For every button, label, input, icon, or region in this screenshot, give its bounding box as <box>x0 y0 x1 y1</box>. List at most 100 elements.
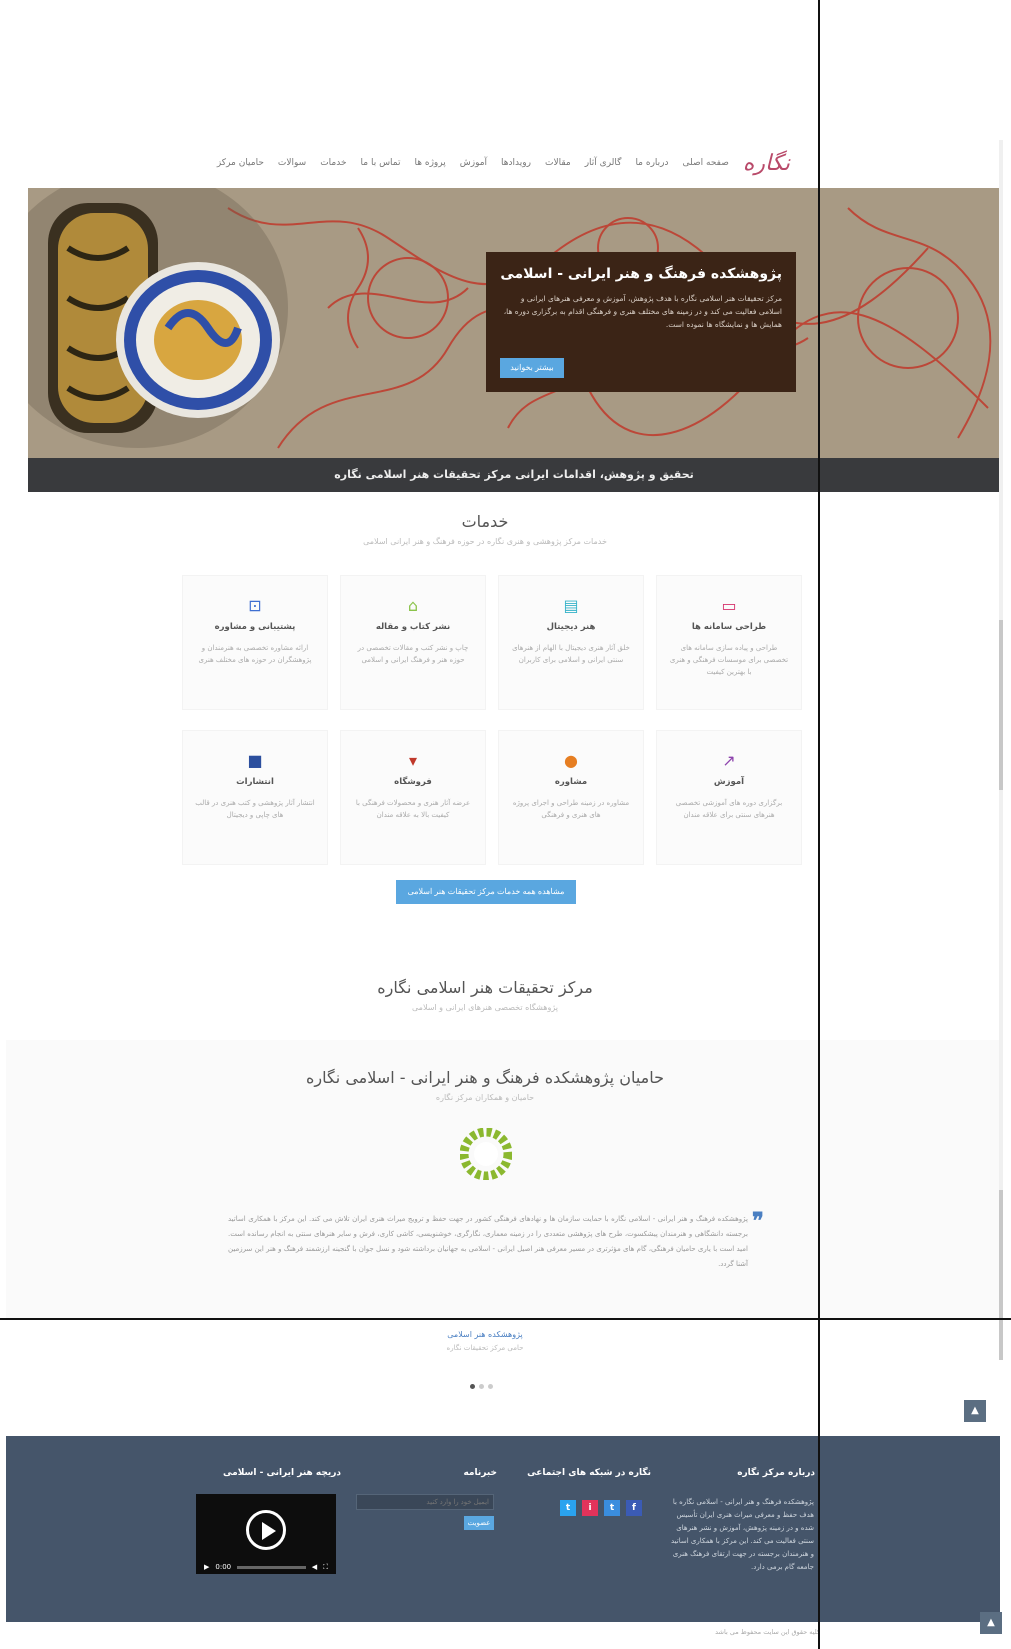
telegram-icon[interactable]: t <box>604 1500 620 1516</box>
service-card[interactable]: ↗ آموزش برگزاری دوره های آموزشی تخصصی هن… <box>656 730 802 865</box>
service-card[interactable]: ■ انتشارات انتشار آثار پژوهشی و کتب هنری… <box>182 730 328 865</box>
quote-icon: ❞ <box>752 1208 764 1234</box>
top-nav: نگاره صفحه اصلی درباره ما گالری آثار مقا… <box>190 148 790 178</box>
nav-item-services[interactable]: خدمات <box>320 158 346 168</box>
site-logo[interactable]: نگاره <box>743 151 790 176</box>
chart-icon: ↗ <box>722 751 736 770</box>
service-card[interactable]: ⊡ پشتیبانی و مشاوره ارائه مشاوره تخصصی ب… <box>182 575 328 710</box>
laptop-icon: ▭ <box>721 596 737 615</box>
center-title: مرکز تحقیقات هنر اسلامی نگاره <box>377 978 593 997</box>
hero-title: پژوهشکده فرهنگ و هنر ایرانی - اسلامی <box>500 266 782 282</box>
service-title: مشاوره <box>554 777 588 787</box>
nav-item-about[interactable]: درباره ما <box>635 158 668 168</box>
sponsor-quote: پژوهشکده فرهنگ و هنر ایرانی - اسلامی نگا… <box>228 1215 748 1268</box>
scrollbar-thumb[interactable] <box>999 620 1003 790</box>
book-icon: ■ <box>247 751 263 770</box>
frame-icon: ⊡ <box>248 596 262 615</box>
service-desc: عرضه آثار هنری و محصولات فرهنگی با کیفیت… <box>355 799 471 819</box>
sponsor-logo[interactable] <box>460 1128 512 1180</box>
service-desc: چاپ و نشر کتب و مقالات تخصصی در حوزه هنر… <box>357 644 469 664</box>
sponsor-role: حامی مرکز تحقیقات نگاره <box>446 1344 524 1352</box>
newsletter-submit-button[interactable]: عضویت <box>464 1516 494 1530</box>
newsletter-email-input[interactable] <box>356 1494 494 1510</box>
service-desc: انتشار آثار پژوهشی و کتب هنری در قالب ها… <box>195 799 315 819</box>
center-subtitle: پژوهشگاه تخصصی هنرهای ایرانی و اسلامی <box>411 1003 558 1012</box>
scroll-top-button-footer[interactable]: ▲ <box>980 1612 1002 1634</box>
service-title: آموزش <box>713 777 745 787</box>
footer-about-text: پژوهشکده فرهنگ و هنر ایرانی - اسلامی نگا… <box>670 1498 814 1571</box>
carousel-dot[interactable] <box>488 1384 493 1389</box>
nav-item-gallery[interactable]: گالری آثار <box>585 158 622 168</box>
copyright-text: کلیه حقوق این سایت محفوظ می باشد <box>715 1628 820 1636</box>
vertical-guide-line <box>818 0 820 1649</box>
sponsor-name-link[interactable]: پژوهشکده هنر اسلامی <box>380 1330 590 1339</box>
footer-about-title: درباره مرکز نگاره <box>737 1468 815 1478</box>
service-title: انتشارات <box>236 777 274 787</box>
volume-icon[interactable]: ◀ <box>312 1563 317 1571</box>
service-title: فروشگاه <box>394 777 432 787</box>
service-title: طراحی سامانه ها <box>691 622 767 632</box>
leaf-icon: ⌂ <box>407 596 419 615</box>
video-player[interactable]: ▶ 0:00 ◀ ⛶ <box>196 1494 336 1574</box>
page: نگاره صفحه اصلی درباره ما گالری آثار مقا… <box>0 0 1011 1649</box>
carousel-dot[interactable] <box>470 1384 475 1389</box>
service-card[interactable]: ▾ فروشگاه عرضه آثار هنری و محصولات فرهنگ… <box>340 730 486 865</box>
hero-caption-strip: تحقیق و پژوهش، اقدامات ایرانی مرکز تحقیق… <box>28 458 1000 492</box>
hero-text: مرکز تحقیقات هنر اسلامی نگاره با هدف پژو… <box>503 294 782 329</box>
footer-newsletter-title: خبرنامه <box>463 1468 497 1478</box>
services-grid: ▭ طراحی سامانه ها طراحی و پیاده سازی سام… <box>172 575 802 865</box>
nav-item-home[interactable]: صفحه اصلی <box>683 158 729 168</box>
video-progress-bar[interactable] <box>237 1565 306 1569</box>
service-desc: طراحی و پیاده سازی سامانه های تخصصی برای… <box>669 644 789 676</box>
services-title: خدمات <box>461 512 509 531</box>
video-time: 0:00 <box>215 1563 232 1571</box>
cart-icon: ▾ <box>408 751 418 770</box>
nav-item-education[interactable]: آموزش <box>460 158 487 168</box>
sponsors-header: حامیان پژوهشکده فرهنگ و هنر ایرانی - اسل… <box>0 1068 970 1102</box>
fullscreen-icon[interactable]: ⛶ <box>323 1563 328 1572</box>
service-card[interactable]: ▭ طراحی سامانه ها طراحی و پیاده سازی سام… <box>656 575 802 710</box>
hero-card: پژوهشکده فرهنگ و هنر ایرانی - اسلامی مرک… <box>486 252 796 392</box>
footer-video-title: دریچه هنر ایرانی - اسلامی <box>223 1468 341 1478</box>
nav-item-sponsors[interactable]: حامیان مرکز <box>217 158 264 168</box>
center-header: مرکز تحقیقات هنر اسلامی نگاره پژوهشگاه ت… <box>0 978 970 1012</box>
nav-item-contact[interactable]: تماس با ما <box>361 158 401 168</box>
service-desc: مشاوره در زمینه طراحی و اجرای پروژه های … <box>512 799 630 819</box>
all-services-button[interactable]: مشاهده همه خدمات مرکز تحقیقات هنر اسلامی <box>396 880 576 904</box>
nav-item-events[interactable]: رویدادها <box>501 158 531 168</box>
play-small-icon[interactable]: ▶ <box>204 1563 209 1571</box>
services-subtitle: خدمات مرکز پژوهشی و هنری نگاره در حوزه ف… <box>363 537 607 546</box>
carousel-dots <box>470 1384 493 1389</box>
service-card[interactable]: ● مشاوره مشاوره در زمینه طراحی و اجرای پ… <box>498 730 644 865</box>
footer-social-title: نگاره در شبکه های اجتماعی <box>527 1468 651 1478</box>
social-links: t i t f <box>560 1500 642 1516</box>
hero-banner: پژوهشکده فرهنگ و هنر ایرانی - اسلامی مرک… <box>28 188 1000 458</box>
nav-item-faq[interactable]: سوالات <box>278 158 306 168</box>
footer <box>6 1436 1000 1622</box>
scroll-top-button[interactable]: ▲ <box>964 1400 986 1422</box>
horizontal-guide-line <box>0 1318 1011 1320</box>
service-desc: ارائه مشاوره تخصصی به هنرمندان و پژوهشگر… <box>198 644 312 664</box>
user-icon: ● <box>564 751 578 770</box>
service-title: هنر دیجیتال <box>546 622 596 632</box>
hero-read-more-button[interactable]: بیشتر بخوانید <box>500 358 564 378</box>
service-title: پشتیبانی و مشاوره <box>214 622 296 632</box>
play-icon[interactable] <box>246 1510 286 1550</box>
services-header: خدمات خدمات مرکز پژوهشی و هنری نگاره در … <box>0 512 970 546</box>
video-controls: ▶ 0:00 ◀ ⛶ <box>196 1560 336 1574</box>
twitter-icon[interactable]: t <box>560 1500 576 1516</box>
facebook-icon[interactable]: f <box>626 1500 642 1516</box>
screen-icon: ▤ <box>563 596 579 615</box>
service-card[interactable]: ▤ هنر دیجیتال خلق آثار هنری دیجیتال با ا… <box>498 575 644 710</box>
nav-item-projects[interactable]: پروژه ها <box>415 158 446 168</box>
sponsors-subtitle: حامیان و همکاران مرکز نگاره <box>435 1093 535 1102</box>
nav-item-articles[interactable]: مقالات <box>545 158 571 168</box>
service-desc: برگزاری دوره های آموزشی تخصصی هنرهای سنت… <box>675 799 783 819</box>
instagram-icon[interactable]: i <box>582 1500 598 1516</box>
service-card[interactable]: ⌂ نشر کتاب و مقاله چاپ و نشر کتب و مقالا… <box>340 575 486 710</box>
service-title: نشر کتاب و مقاله <box>375 622 451 632</box>
carousel-dot[interactable] <box>479 1384 484 1389</box>
service-desc: خلق آثار هنری دیجیتال با الهام از هنرهای… <box>512 644 630 664</box>
scrollbar-thumb-secondary[interactable] <box>999 1190 1003 1360</box>
sponsors-title: حامیان پژوهشکده فرهنگ و هنر ایرانی - اسل… <box>305 1068 664 1087</box>
